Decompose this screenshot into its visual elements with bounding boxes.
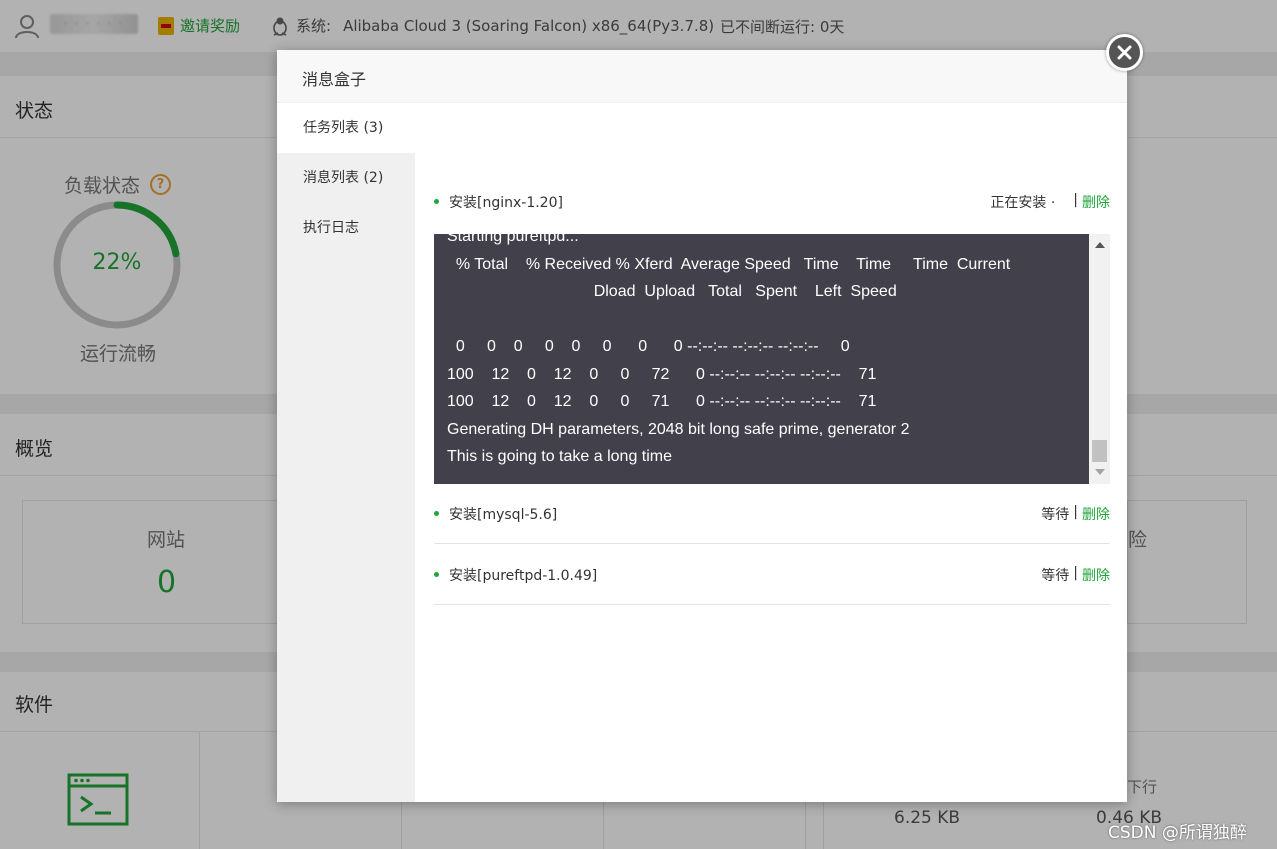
task-item: 安装[mysql-5.6] 等待 | 删除 xyxy=(434,501,1110,525)
task-delete-link[interactable]: 删除 xyxy=(1082,192,1110,212)
watermark: CSDN @所谓独醉 xyxy=(1108,823,1247,843)
modal-sidebar: 任务列表 (3) 消息列表 (2) 执行日志 xyxy=(277,103,415,802)
task-delete-link[interactable]: 删除 xyxy=(1082,565,1110,585)
modal-header: 消息盒子 xyxy=(277,50,1127,103)
console-line: This is going to take a long time xyxy=(447,448,673,465)
task-action-separator: | xyxy=(1073,192,1078,208)
scroll-thumb[interactable] xyxy=(1092,440,1107,462)
console-line: Starting pureftpd... xyxy=(447,234,579,245)
install-console[interactable]: Starting pureftpd... % Total % Received … xyxy=(434,234,1110,484)
console-line: Dload Upload Total Spent Left Speed xyxy=(447,283,897,300)
console-line: % Total % Received % Xferd Average Speed… xyxy=(447,256,1011,273)
console-line: 100 12 0 12 0 0 72 0 --:--:-- --:--:-- -… xyxy=(447,366,877,383)
close-icon xyxy=(1117,45,1132,60)
task-actions: 正在安装 · | 删除 xyxy=(990,192,1110,212)
task-name: 安装[nginx-1.20] xyxy=(449,195,563,211)
tab-execution-log[interactable]: 执行日志 xyxy=(277,203,415,253)
close-button[interactable] xyxy=(1106,34,1143,71)
task-action-separator: | xyxy=(1073,504,1078,520)
task-delete-link[interactable]: 删除 xyxy=(1082,504,1110,524)
task-status-dot xyxy=(434,572,439,577)
task-status-dot xyxy=(434,199,439,204)
console-line: 100 12 0 12 0 0 71 0 --:--:-- --:--:-- -… xyxy=(447,393,877,410)
task-status: 正在安装 · xyxy=(990,195,1056,211)
modal-title: 消息盒子 xyxy=(302,70,367,89)
console-line: Generating DH parameters, 2048 bit long … xyxy=(447,421,910,438)
message-box-modal: 消息盒子 任务列表 (3) 消息列表 (2) 执行日志 安装[nginx-1.2… xyxy=(277,50,1127,802)
task-action-separator: | xyxy=(1073,565,1078,581)
task-actions: 等待 | 删除 xyxy=(1041,565,1110,585)
task-status: 等待 xyxy=(1041,568,1070,584)
task-status-dot xyxy=(434,511,439,516)
scroll-down-arrow-icon[interactable] xyxy=(1095,469,1105,475)
tab-message-list[interactable]: 消息列表 (2) xyxy=(277,153,415,203)
console-scrollbar[interactable] xyxy=(1089,234,1110,484)
task-item: 安装[nginx-1.20] 正在安装 · | 删除 xyxy=(434,189,1110,213)
task-name: 安装[pureftpd-1.0.49] xyxy=(449,568,598,584)
task-status: 等待 xyxy=(1041,507,1070,523)
task-item: 安装[pureftpd-1.0.49] 等待 | 删除 xyxy=(434,562,1110,586)
tab-task-list[interactable]: 任务列表 (3) xyxy=(277,103,415,153)
scroll-up-arrow-icon[interactable] xyxy=(1095,242,1105,248)
console-output: Starting pureftpd... % Total % Received … xyxy=(434,234,1088,484)
task-list-content: 安装[nginx-1.20] 正在安装 · | 删除 Starting pure… xyxy=(415,103,1127,802)
task-divider xyxy=(434,604,1110,605)
task-divider xyxy=(434,543,1110,544)
task-name: 安装[mysql-5.6] xyxy=(449,507,558,523)
console-line: 0 0 0 0 0 0 0 0 --:--:-- --:--:-- --:--:… xyxy=(447,338,850,355)
task-actions: 等待 | 删除 xyxy=(1041,504,1110,524)
